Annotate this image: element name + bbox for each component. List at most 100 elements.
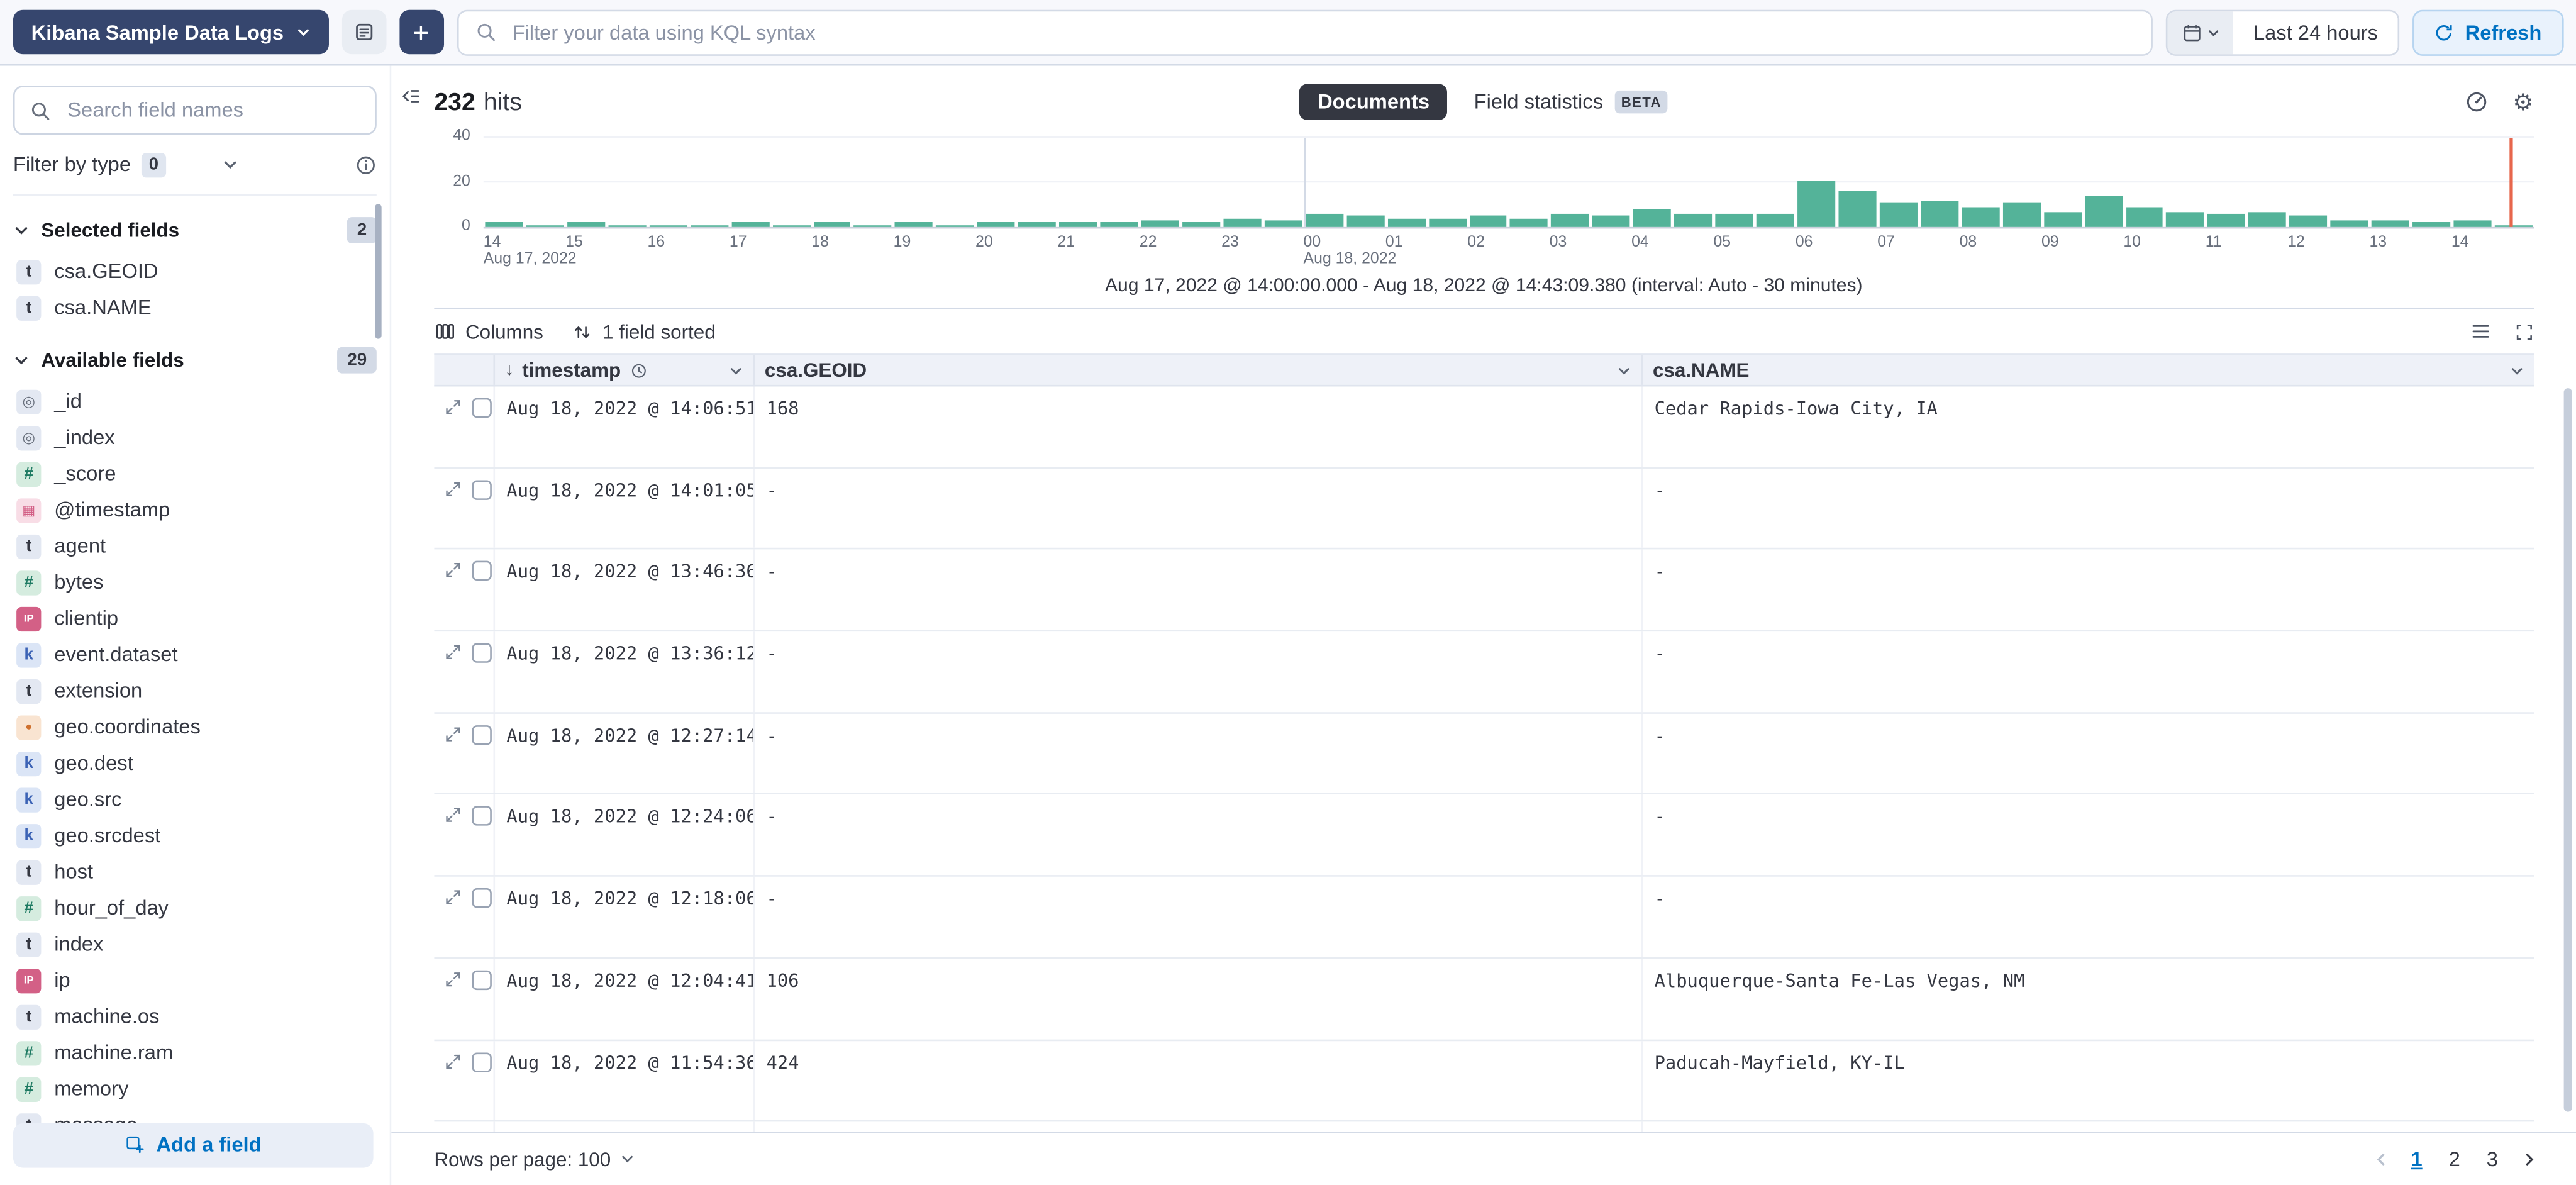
field-list-item[interactable]: ▦ @timestamp <box>13 492 377 528</box>
inspect-button[interactable] <box>2465 91 2489 114</box>
field-list-item[interactable]: ● geo.coordinates <box>13 709 377 745</box>
sidebar-scrollbar[interactable] <box>375 204 381 338</box>
page-number-button[interactable]: 3 <box>2476 1140 2509 1177</box>
column-menu-button[interactable] <box>1616 363 1631 378</box>
chart-options-button[interactable]: ⚙ <box>2512 90 2533 114</box>
expand-document-button[interactable] <box>444 398 462 416</box>
table-header-name[interactable]: csa.NAME <box>1643 355 2533 385</box>
row-checkbox[interactable] <box>472 398 491 418</box>
page-number-button[interactable]: 2 <box>2438 1140 2471 1177</box>
expand-document-button[interactable] <box>444 643 462 662</box>
add-field-button[interactable]: Add a field <box>13 1123 374 1167</box>
field-list-item[interactable]: # bytes <box>13 564 377 601</box>
row-checkbox[interactable] <box>472 725 491 745</box>
add-filter-button[interactable] <box>399 10 443 55</box>
field-list-item[interactable]: t csa.NAME <box>13 289 377 326</box>
info-icon[interactable] <box>355 153 377 175</box>
previous-page-button[interactable] <box>2366 1140 2396 1177</box>
field-list-item[interactable]: t host <box>13 854 377 890</box>
field-list-item[interactable]: ◎ _id <box>13 383 377 420</box>
field-list-item[interactable]: # memory <box>13 1071 377 1107</box>
expand-document-button[interactable] <box>444 1052 462 1070</box>
histogram-bar <box>1141 220 1179 227</box>
expand-document-button[interactable] <box>444 562 462 580</box>
next-page-button[interactable] <box>2514 1140 2543 1177</box>
table-header-timestamp[interactable]: ↓ timestamp <box>495 355 755 385</box>
pagination: 123 <box>2366 1140 2543 1177</box>
row-checkbox[interactable] <box>472 480 491 499</box>
row-controls <box>434 877 495 957</box>
display-density-button[interactable] <box>2469 321 2490 342</box>
table-header-geoid[interactable]: csa.GEOID <box>755 355 1643 385</box>
row-controls <box>434 550 495 630</box>
table-row: Aug 18, 2022 @ 12:18:06.737 - - <box>434 877 2533 959</box>
histogram-chart: 02040 1415161718192021222300010203040506… <box>434 138 2533 272</box>
filter-by-type-count-badge: 0 <box>141 152 167 177</box>
tab-field-statistics[interactable]: Field statistics BETA <box>1474 91 1668 114</box>
row-checkbox[interactable] <box>472 643 491 663</box>
histogram-bar <box>2207 214 2245 227</box>
chevron-down-icon[interactable] <box>13 222 30 238</box>
expand-document-button[interactable] <box>444 806 462 825</box>
collapse-sidebar-icon <box>399 86 421 107</box>
saved-queries-button[interactable] <box>341 10 386 55</box>
field-list-item[interactable]: # hour_of_day <box>13 890 377 926</box>
row-checkbox[interactable] <box>472 888 491 908</box>
field-list-item[interactable]: k geo.src <box>13 781 377 818</box>
field-list-item[interactable]: ◎ _index <box>13 420 377 456</box>
refresh-button[interactable]: Refresh <box>2412 9 2563 55</box>
expand-document-button[interactable] <box>444 888 462 906</box>
field-list-item[interactable]: k geo.dest <box>13 745 377 782</box>
field-search-input[interactable] <box>64 97 360 123</box>
field-list-item[interactable]: # _score <box>13 455 377 492</box>
chevron-down-icon <box>2206 26 2219 39</box>
histogram-bar <box>977 223 1015 227</box>
field-list-item[interactable]: t machine.os <box>13 998 377 1035</box>
fullscreen-button[interactable] <box>2514 321 2533 341</box>
field-list-item[interactable]: t extension <box>13 672 377 709</box>
geoid-cell: - <box>755 468 1643 548</box>
histogram-bar <box>1264 220 1302 227</box>
sort-fields-button[interactable]: 1 field sorted <box>573 320 716 343</box>
date-picker-menu-button[interactable] <box>2168 11 2234 53</box>
chevron-down-icon[interactable] <box>223 156 239 172</box>
field-list-item[interactable]: t index <box>13 926 377 962</box>
search-icon <box>474 21 496 43</box>
field-list-item[interactable]: t csa.GEOID <box>13 253 377 290</box>
collapse-sidebar-button[interactable] <box>399 86 421 107</box>
ip-field-type-icon: IP <box>16 968 41 993</box>
field-list-item[interactable]: t agent <box>13 528 377 564</box>
expand-document-button[interactable] <box>444 480 462 498</box>
row-checkbox[interactable] <box>472 970 491 989</box>
rows-per-page-button[interactable]: Rows per page: 100 <box>434 1147 635 1171</box>
columns-icon <box>434 321 455 342</box>
field-list-item[interactable]: IP ip <box>13 962 377 999</box>
histogram-plot[interactable] <box>484 138 2533 229</box>
page-number-button[interactable]: 1 <box>2400 1140 2433 1177</box>
kql-search-input[interactable] <box>509 19 2135 45</box>
geoid-cell: - <box>755 631 1643 711</box>
table-scrollbar[interactable] <box>2563 388 2571 1112</box>
field-list-item[interactable]: k geo.srcdest <box>13 818 377 854</box>
columns-button[interactable]: Columns <box>434 320 543 343</box>
row-checkbox[interactable] <box>472 1052 491 1071</box>
expand-document-button[interactable] <box>444 725 462 743</box>
column-menu-button[interactable] <box>728 363 743 378</box>
column-menu-button[interactable] <box>2509 363 2524 378</box>
filter-by-type-label[interactable]: Filter by type <box>13 153 131 176</box>
time-range-button[interactable]: Last 24 hours <box>2234 11 2398 53</box>
data-view-picker-button[interactable]: Kibana Sample Data Logs <box>13 10 328 55</box>
x-axis-tick-label: 18 <box>811 233 829 252</box>
field-list-item[interactable]: # machine.ram <box>13 1035 377 1071</box>
chart-header-actions: ⚙ <box>2465 90 2534 114</box>
row-checkbox[interactable] <box>472 806 491 826</box>
row-checkbox[interactable] <box>472 562 491 581</box>
field-list-item[interactable]: IP clientip <box>13 600 377 637</box>
field-name: _index <box>54 426 114 449</box>
tab-documents[interactable]: Documents <box>1299 84 1448 120</box>
expand-document-button[interactable] <box>444 970 462 988</box>
chevron-down-icon[interactable] <box>13 352 30 369</box>
x-axis-tick-label: 05 <box>1713 233 1731 252</box>
field-list-item[interactable]: k event.dataset <box>13 637 377 673</box>
table-header-row: ↓ timestamp csa.GEOID csa.NAME <box>434 353 2533 386</box>
